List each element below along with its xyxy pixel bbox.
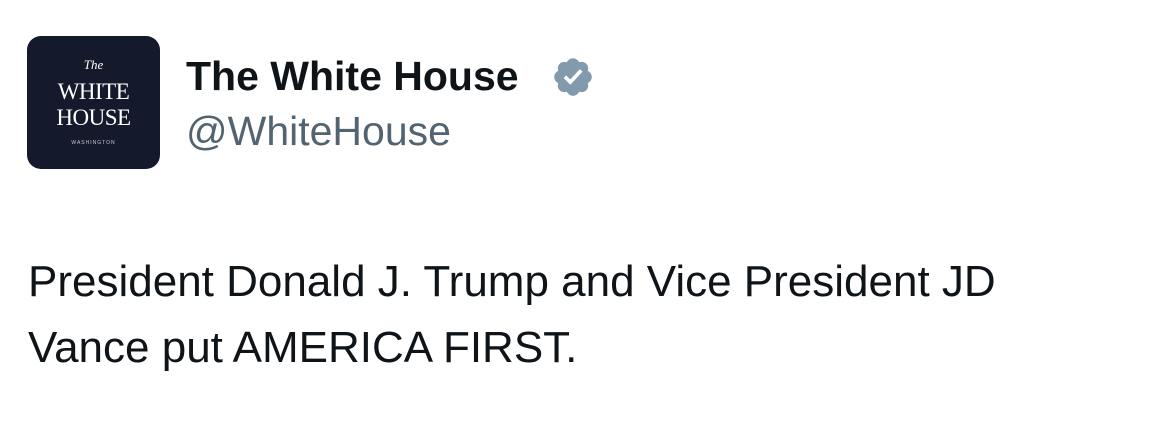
verified-badge-icon[interactable]	[551, 55, 595, 99]
author-display-name[interactable]: The White House	[186, 52, 519, 100]
tweet-card: The WHITE HOUSE WASHINGTON The White Hou…	[0, 0, 1168, 439]
tweet-text-line: Vance put AMERICA FIRST.	[28, 323, 578, 372]
avatar-text-location: WASHINGTON	[71, 140, 116, 146]
avatar-text-white: WHITE	[57, 79, 130, 104]
avatar-text-the: The	[83, 57, 104, 72]
tweet-text-line: President Donald J. Trump and Vice Presi…	[28, 257, 996, 306]
tweet-text: President Donald J. Trump and Vice Presi…	[28, 249, 1148, 381]
avatar-text-house: HOUSE	[56, 105, 131, 130]
avatar[interactable]: The WHITE HOUSE WASHINGTON	[27, 36, 160, 169]
author-handle[interactable]: @WhiteHouse	[186, 107, 451, 155]
